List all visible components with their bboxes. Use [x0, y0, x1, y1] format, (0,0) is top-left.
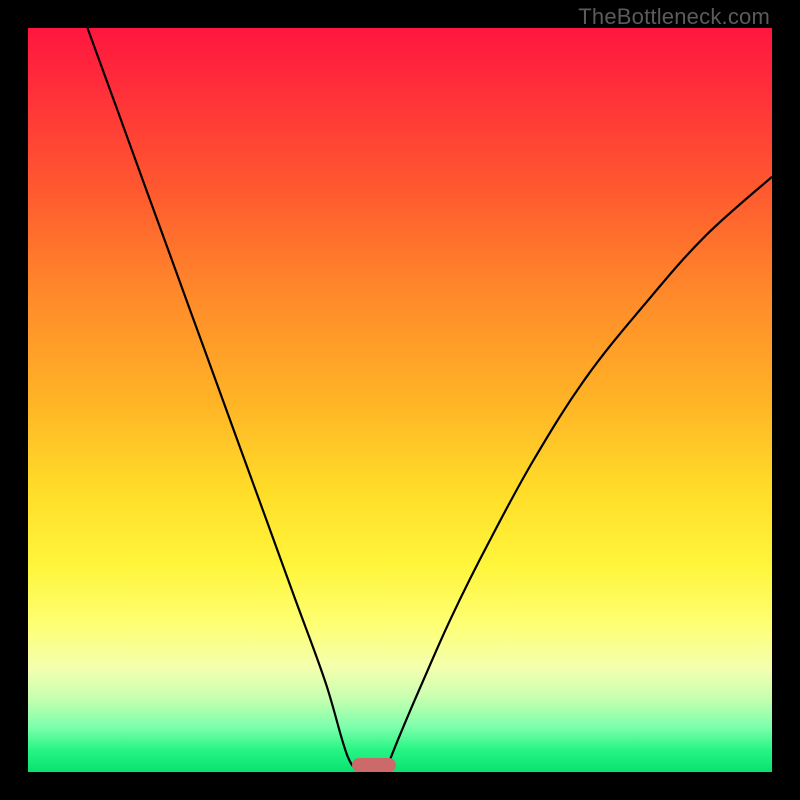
curve-layer: [28, 28, 772, 772]
plot-area: [28, 28, 772, 772]
right-curve: [385, 177, 772, 772]
baseline-marker: [352, 758, 397, 772]
left-curve: [88, 28, 363, 772]
black-frame: TheBottleneck.com: [0, 0, 800, 800]
watermark-text: TheBottleneck.com: [578, 4, 770, 30]
